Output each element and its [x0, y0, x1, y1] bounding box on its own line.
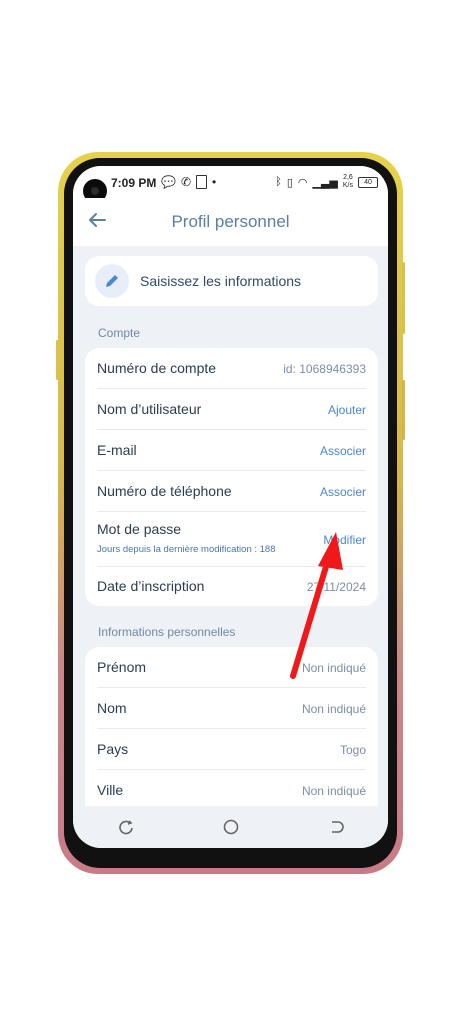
- app-bar: Profil personnel: [73, 198, 388, 246]
- battery-icon: 40: [358, 176, 378, 188]
- wifi-icon: ◠: [297, 176, 308, 189]
- row-value: 27/11/2024: [306, 580, 366, 594]
- row-label: Mot de passe: [97, 521, 182, 537]
- edit-info-label: Saisissez les informations: [140, 273, 302, 289]
- home-button[interactable]: [221, 817, 241, 837]
- chat-bubble-icon: 💬: [161, 175, 176, 189]
- recent-apps-icon: [118, 820, 133, 835]
- phone-screen: 7:09 PM 💬 ✆ • ᛒ ▯ ◠ ▁▃▅ 2,6 K/s 40 Profi…: [73, 166, 388, 848]
- row-label: Date d’inscription: [97, 578, 205, 594]
- link-email-button[interactable]: Associer: [320, 444, 366, 458]
- row-value: Non indiqué: [301, 702, 366, 716]
- system-nav-bar: [73, 806, 388, 848]
- network-speed-unit: K/s: [342, 182, 353, 189]
- signal-icon: ▁▃▅: [312, 176, 338, 189]
- power-button: [402, 262, 405, 334]
- recent-apps-button[interactable]: [116, 817, 136, 837]
- home-circle-icon: [223, 819, 238, 835]
- row-label: Numéro de téléphone: [97, 483, 232, 499]
- row-label: Numéro de compte: [97, 360, 217, 376]
- section-title-personal: Informations personnelles: [98, 625, 236, 639]
- row-country[interactable]: Pays Togo: [97, 729, 366, 770]
- pencil-icon-wrapper: [95, 264, 129, 298]
- network-speed: 2,6 K/s: [343, 174, 353, 190]
- row-label: Ville: [97, 782, 124, 798]
- row-label: E-mail: [97, 442, 137, 458]
- side-button: [402, 380, 405, 440]
- row-first-name[interactable]: Prénom Non indiqué: [97, 647, 366, 688]
- whatsapp-icon: ✆: [180, 175, 192, 189]
- volume-button: [56, 340, 59, 380]
- vibrate-icon: ▯: [286, 176, 293, 189]
- account-card: Numéro de compte id: 1068946393 Nom d’ut…: [85, 348, 378, 606]
- more-dot-icon: •: [212, 175, 217, 189]
- personal-card: Prénom Non indiqué Nom Non indiqué Pays …: [85, 647, 378, 817]
- link-phone-button[interactable]: Associer: [320, 485, 366, 499]
- back-nav-icon: [331, 821, 344, 833]
- password-age-text: Jours depuis la dernière modification : …: [97, 544, 276, 555]
- row-label: Pays: [97, 741, 129, 757]
- row-label: Nom: [97, 700, 127, 716]
- row-email[interactable]: E-mail Associer: [97, 430, 366, 471]
- row-account-number[interactable]: Numéro de compte id: 1068946393: [97, 348, 366, 389]
- edit-info-card[interactable]: Saisissez les informations: [85, 256, 378, 306]
- row-value: Non indiqué: [301, 784, 366, 798]
- back-nav-button[interactable]: [326, 817, 346, 837]
- status-bar: 7:09 PM 💬 ✆ • ᛒ ▯ ◠ ▁▃▅ 2,6 K/s 40: [73, 166, 388, 203]
- pdf-file-icon: [196, 175, 208, 189]
- row-value: Non indiqué: [301, 661, 366, 675]
- page-title: Profil personnel: [171, 212, 290, 231]
- row-value: Togo: [339, 743, 366, 757]
- row-city[interactable]: Ville Non indiqué: [97, 770, 366, 810]
- status-time: 7:09 PM: [111, 176, 157, 190]
- notification-icons: 💬 ✆ •: [161, 175, 216, 189]
- row-value: id: 1068946393: [283, 362, 366, 376]
- network-speed-value: 2,6: [343, 174, 353, 181]
- row-last-name[interactable]: Nom Non indiqué: [97, 688, 366, 729]
- row-label: Prénom: [97, 659, 147, 675]
- row-registration-date: Date d’inscription 27/11/2024: [97, 567, 366, 605]
- row-username[interactable]: Nom d’utilisateur Ajouter: [97, 389, 366, 430]
- section-title-account: Compte: [98, 326, 141, 340]
- bluetooth-icon: ᛒ: [275, 176, 282, 188]
- pencil-icon: [106, 275, 118, 287]
- system-icons: ᛒ ▯ ◠ ▁▃▅ 2,6 K/s 40: [275, 174, 378, 190]
- add-username-link[interactable]: Ajouter: [328, 403, 366, 417]
- row-label: Nom d’utilisateur: [97, 401, 202, 417]
- row-phone[interactable]: Numéro de téléphone Associer: [97, 471, 366, 512]
- row-password[interactable]: Mot de passe Jours depuis la dernière mo…: [97, 512, 366, 567]
- modify-password-button[interactable]: Modifier: [323, 533, 366, 547]
